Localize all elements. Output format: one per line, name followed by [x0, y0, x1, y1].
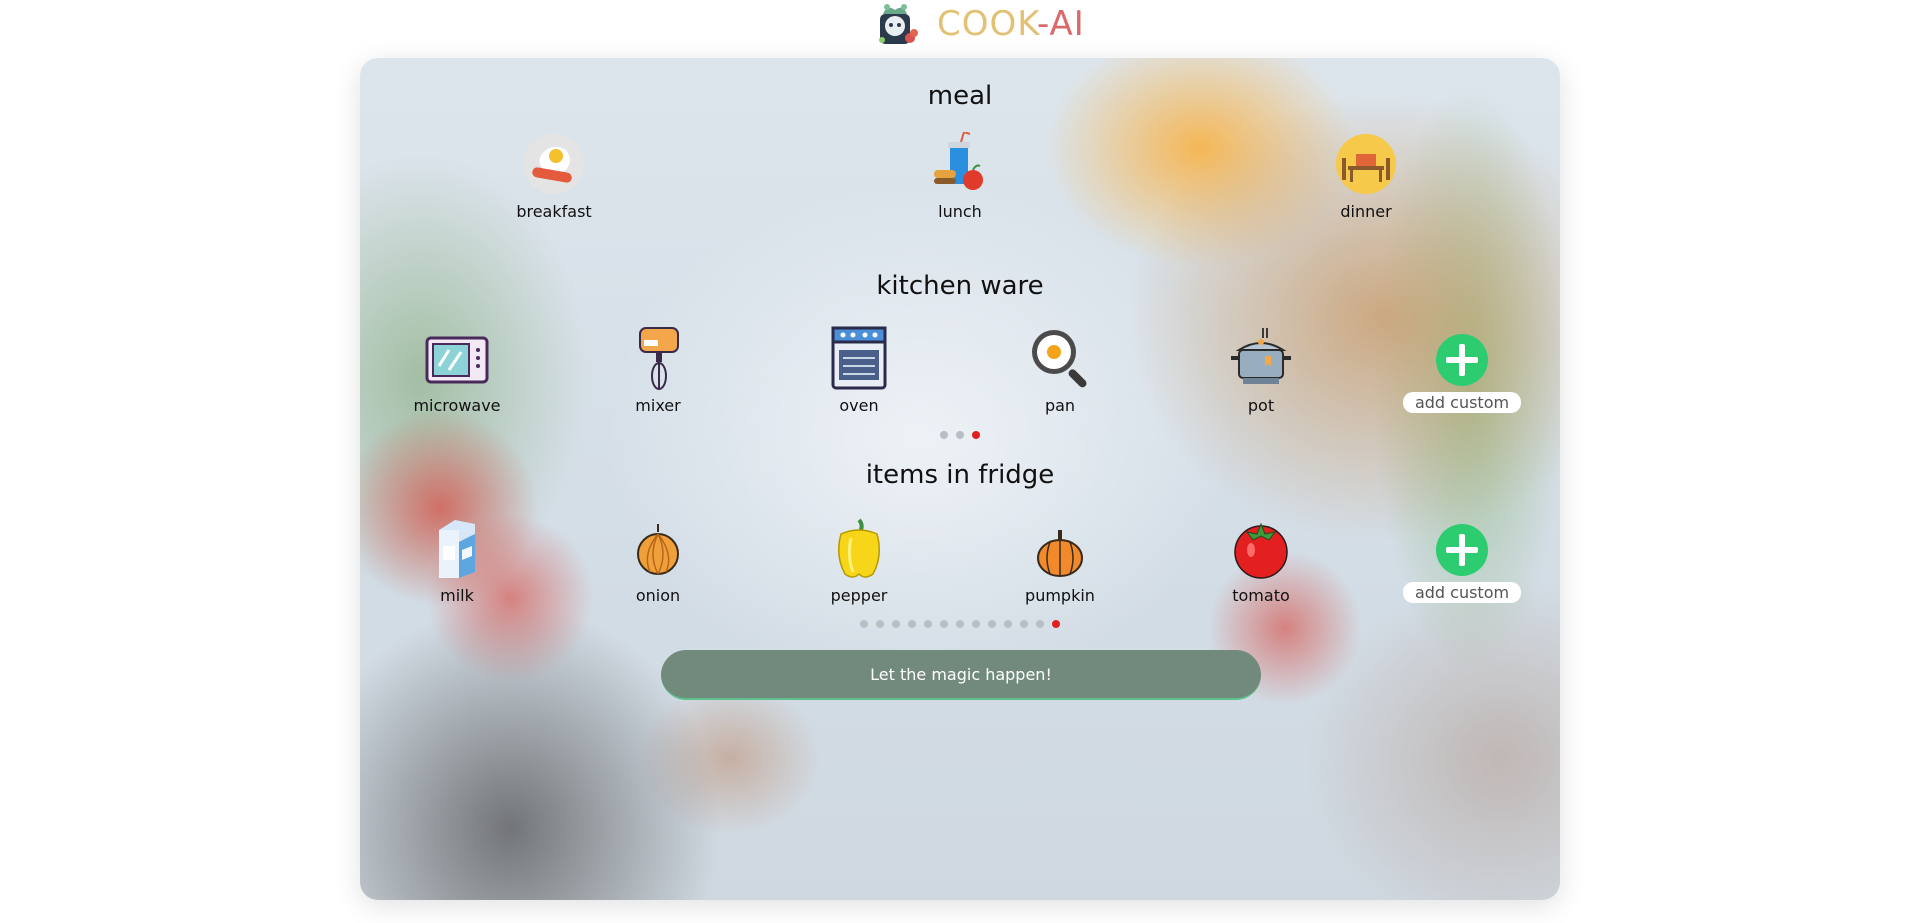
fridge-item-pumpkin[interactable]: pumpkin	[990, 516, 1130, 605]
kitchen-ware-mixer[interactable]: mixer	[588, 326, 728, 415]
add-custom-label: add custom	[1402, 392, 1522, 413]
page-dot[interactable]	[860, 620, 868, 628]
kitchen-ware-label: microwave	[413, 396, 501, 415]
page-dot-active[interactable]	[972, 431, 980, 439]
fridge-item-label: milk	[440, 586, 474, 605]
soda-burger-apple-icon	[934, 132, 983, 190]
fridge-item-milk[interactable]: milk	[387, 516, 527, 605]
kitchen-ware-pagination	[360, 424, 1560, 443]
page-dot[interactable]	[956, 620, 964, 628]
kitchen-ware-label: oven	[839, 396, 879, 415]
fridge-item-onion[interactable]: onion	[588, 516, 728, 605]
kitchen-ware-oven[interactable]: oven	[789, 326, 929, 415]
page-dot[interactable]	[892, 620, 900, 628]
fridge-item-tomato[interactable]: tomato	[1191, 516, 1331, 605]
page-dot[interactable]	[908, 620, 916, 628]
tomato-icon	[1234, 522, 1288, 579]
bell-pepper-icon	[838, 518, 880, 578]
fridge-section-title: items in fridge	[865, 460, 1055, 490]
brand-title: COOK-AI	[937, 4, 1085, 44]
brand-title-part1: COOK	[937, 4, 1037, 44]
kitchen-ware-label: mixer	[635, 396, 681, 415]
onion-icon	[637, 524, 679, 575]
page-dot[interactable]	[972, 620, 980, 628]
milk-carton-icon	[439, 520, 475, 578]
plus-circle-icon	[1436, 334, 1488, 386]
meal-option-dinner[interactable]: dinner	[1296, 132, 1436, 221]
page-dot[interactable]	[1020, 620, 1028, 628]
page-dot[interactable]	[1036, 620, 1044, 628]
page-dot-active[interactable]	[1052, 620, 1060, 628]
fried-egg-sausage-icon	[524, 134, 584, 194]
meal-option-label: breakfast	[516, 202, 592, 221]
page-dot[interactable]	[1004, 620, 1012, 628]
page-dot[interactable]	[940, 431, 948, 439]
fridge-add-custom-button[interactable]: add custom	[1392, 524, 1532, 603]
fridge-item-label: tomato	[1232, 586, 1290, 605]
frying-pan-icon	[1032, 330, 1087, 388]
kitchen-ware-label: pot	[1247, 396, 1275, 415]
meal-option-label: dinner	[1340, 202, 1392, 221]
page-dot[interactable]	[956, 431, 964, 439]
kitchen-ware-microwave[interactable]: microwave	[387, 326, 527, 415]
fridge-item-label: onion	[635, 586, 681, 605]
fridge-item-label: pepper	[830, 586, 888, 605]
kitchen-ware-pan[interactable]: pan	[990, 326, 1130, 415]
fridge-item-pepper[interactable]: pepper	[789, 516, 929, 605]
microwave-icon	[425, 336, 489, 384]
meal-section-title: meal	[927, 81, 993, 111]
recipe-form-card: meal breakfast lunch dinner kitchen ware…	[360, 58, 1560, 900]
plus-circle-icon	[1436, 524, 1488, 576]
pot-icon	[1231, 328, 1291, 384]
fridge-item-label: pumpkin	[1025, 586, 1095, 605]
page-dot[interactable]	[988, 620, 996, 628]
pumpkin-icon	[1037, 530, 1083, 577]
brand-title-part2: -AI	[1037, 4, 1085, 44]
page-dot[interactable]	[924, 620, 932, 628]
generate-recipe-button[interactable]: Let the magic happen!	[661, 650, 1261, 700]
page-dot[interactable]	[940, 620, 948, 628]
meal-option-breakfast[interactable]: breakfast	[484, 132, 624, 221]
chef-robot-logo-icon[interactable]	[874, 2, 920, 48]
meal-option-label: lunch	[938, 202, 982, 221]
oven-icon	[831, 326, 887, 390]
kitchen-ware-label: pan	[1044, 396, 1076, 415]
page-dot[interactable]	[876, 620, 884, 628]
app-header: COOK-AI	[0, 0, 1920, 56]
add-custom-label: add custom	[1402, 582, 1522, 603]
fridge-pagination	[360, 613, 1560, 632]
kitchen-ware-section-title: kitchen ware	[876, 271, 1044, 301]
kitchen-ware-add-custom-button[interactable]: add custom	[1392, 334, 1532, 413]
kitchen-ware-pot[interactable]: pot	[1191, 326, 1331, 415]
meal-option-lunch[interactable]: lunch	[890, 132, 1030, 221]
dining-table-icon	[1336, 134, 1396, 194]
mixer-icon	[639, 327, 679, 390]
